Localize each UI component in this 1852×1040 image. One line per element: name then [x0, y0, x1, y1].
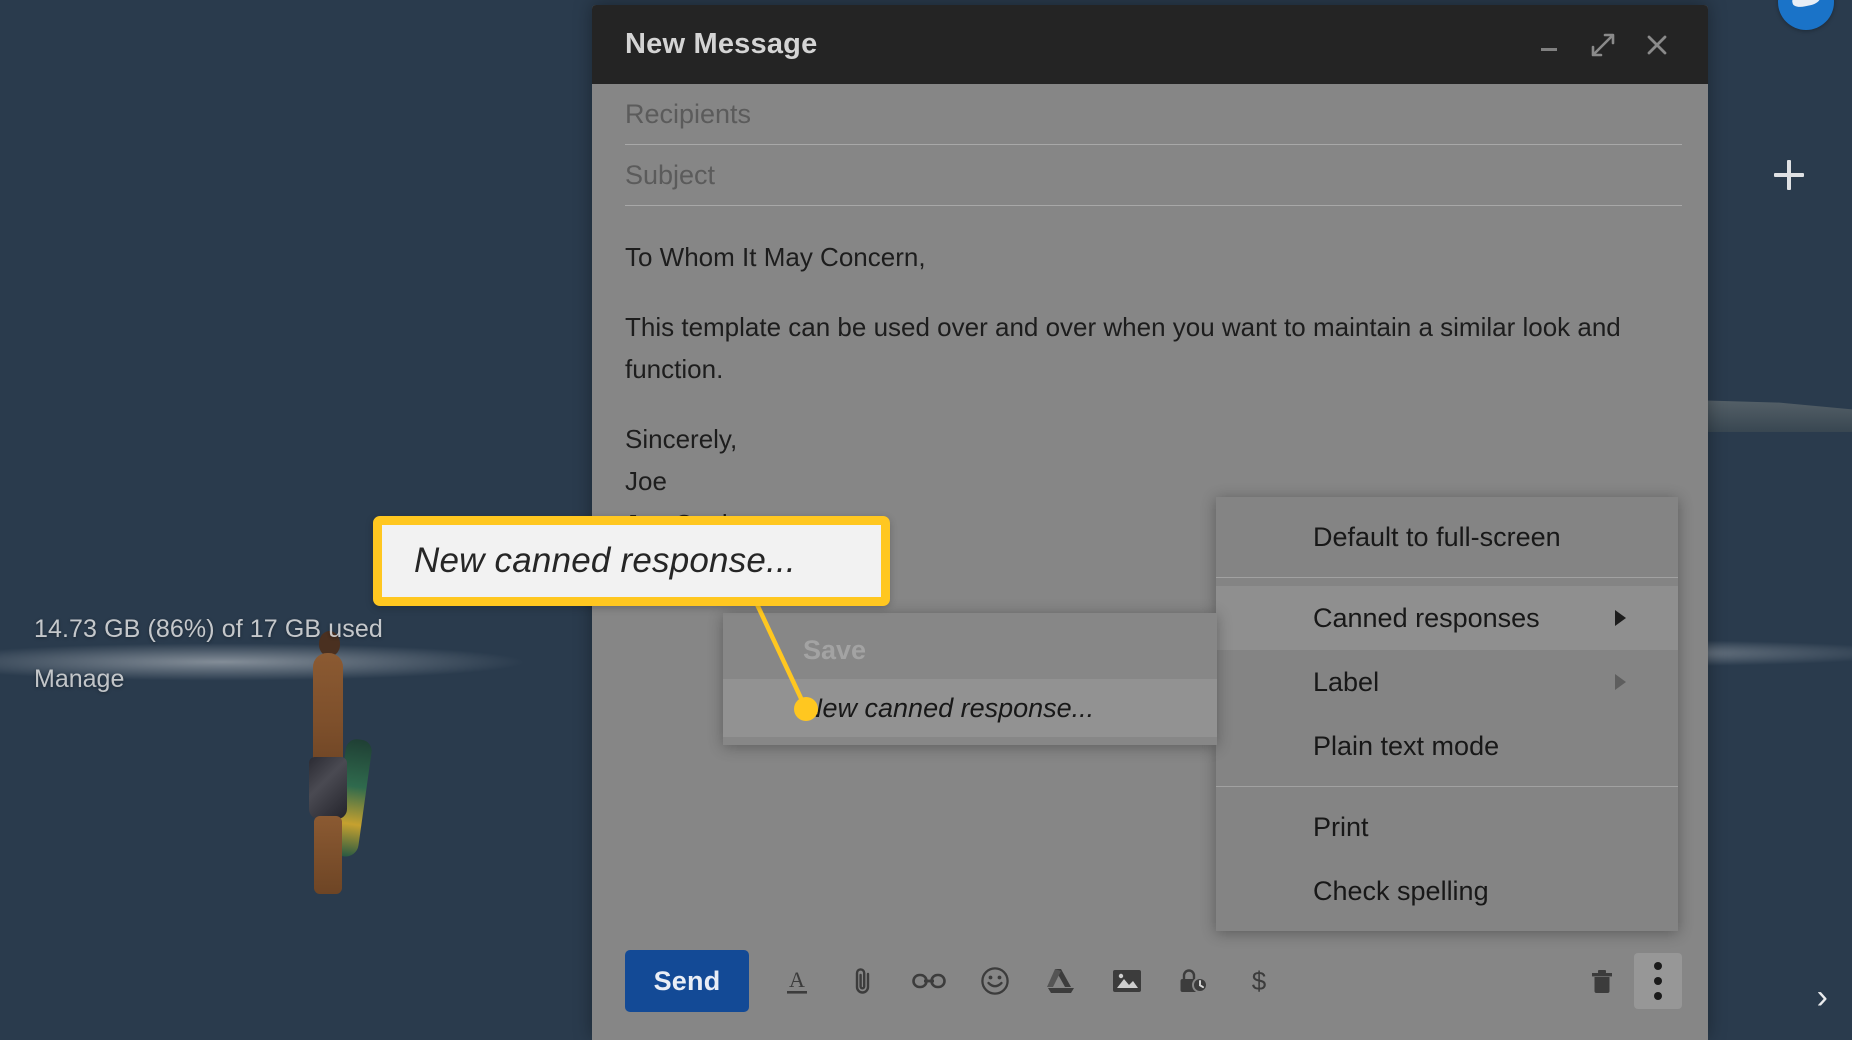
submenu-section-label: Save: [803, 634, 867, 665]
discard-draft-icon: [1592, 970, 1612, 993]
svg-text:$: $: [1252, 966, 1267, 996]
menu-separator: [1216, 786, 1678, 787]
expand-chevron-icon[interactable]: ›: [1817, 980, 1828, 1014]
more-options-menu: Default to full-screen Canned responses …: [1216, 497, 1678, 931]
canned-responses-submenu: Save New canned response...: [723, 613, 1217, 745]
insert-emoji-icon: [981, 967, 1009, 995]
minimize-button[interactable]: [1524, 20, 1574, 70]
insert-money-button[interactable]: $: [1239, 959, 1279, 1003]
recipients-placeholder: Recipients: [625, 98, 752, 129]
confidential-mode-icon: [1180, 969, 1208, 993]
expand-icon: [1591, 33, 1615, 56]
insert-link-button[interactable]: [909, 959, 949, 1003]
compose-toolbar: Send A $: [592, 922, 1708, 1040]
insert-photo-button[interactable]: [1107, 959, 1147, 1003]
formatting-options-button[interactable]: A: [777, 959, 817, 1003]
storage-usage-text: 14.73 GB (86%) of 17 GB used: [34, 615, 383, 643]
annotation-callout-text: New canned response...: [414, 541, 796, 580]
menu-item-check-spelling[interactable]: Check spelling: [1216, 859, 1678, 923]
menu-item-label: Print: [1313, 811, 1369, 842]
submenu-item-label: New canned response...: [803, 692, 1095, 723]
submenu-arrow-icon: [1615, 610, 1626, 626]
insert-money-icon: $: [1252, 966, 1267, 996]
close-icon: [1647, 35, 1667, 54]
insert-emoji-button[interactable]: [975, 959, 1015, 1003]
attach-file-button[interactable]: [843, 959, 883, 1003]
subject-field[interactable]: Subject: [625, 145, 1682, 206]
body-salutation: To Whom It May Concern,: [625, 242, 926, 272]
menu-item-label: Plain text mode: [1313, 730, 1500, 761]
send-button[interactable]: Send: [625, 950, 749, 1012]
google-drive-button[interactable]: [1041, 959, 1081, 1003]
google-drive-icon: [1047, 969, 1074, 993]
compose-title: New Message: [625, 28, 818, 60]
window-controls: [1524, 20, 1682, 70]
screen: › 14.73 GB (86%) of 17 GB used Manage Ne…: [0, 0, 1852, 1040]
surfer-shorts: [309, 757, 347, 819]
toolbar-right-group: [1578, 953, 1682, 1009]
confidential-mode-button[interactable]: [1173, 959, 1213, 1003]
menu-item-plain-text-mode[interactable]: Plain text mode: [1216, 714, 1678, 778]
attach-file-icon: [855, 968, 870, 994]
menu-item-print[interactable]: Print: [1216, 795, 1678, 859]
svg-text:A: A: [789, 967, 805, 992]
formatting-options-icon: A: [787, 967, 807, 994]
submenu-arrow-icon: [1615, 674, 1626, 690]
menu-item-label[interactable]: Label: [1216, 650, 1678, 714]
menu-item-label-text: Label: [1313, 666, 1380, 697]
manage-storage-link[interactable]: Manage: [34, 665, 124, 694]
toolbar-icon-group: A $: [777, 959, 1578, 1003]
surfer-figure: [295, 631, 374, 894]
menu-item-label: Check spelling: [1313, 875, 1489, 906]
surfer-legs: [314, 816, 342, 894]
menu-item-label: Default to full-screen: [1313, 521, 1561, 552]
minimize-icon: [1541, 47, 1557, 51]
insert-link-icon: [912, 973, 946, 989]
insert-photo-icon: [1113, 970, 1141, 992]
discard-draft-button[interactable]: [1578, 953, 1626, 1009]
more-options-icon: [1654, 962, 1662, 1000]
submenu-item-new-canned-response[interactable]: New canned response...: [723, 679, 1217, 737]
compose-header: New Message: [592, 5, 1708, 84]
body-closing: Sincerely,: [625, 424, 738, 455]
message-body[interactable]: To Whom It May Concern, This template ca…: [592, 206, 1708, 545]
menu-item-label: Canned responses: [1313, 602, 1540, 633]
close-button[interactable]: [1632, 20, 1682, 70]
menu-item-canned-responses[interactable]: Canned responses: [1216, 586, 1678, 650]
add-plus-icon[interactable]: [1774, 160, 1804, 190]
body-paragraph: This template can be used over and over …: [625, 312, 1621, 385]
subject-placeholder: Subject: [625, 159, 716, 190]
full-screen-button[interactable]: [1578, 20, 1628, 70]
menu-item-default-to-full-screen[interactable]: Default to full-screen: [1216, 505, 1678, 569]
menu-separator: [1216, 577, 1678, 578]
submenu-section-save: Save: [723, 621, 1217, 679]
more-options-button[interactable]: [1634, 953, 1682, 1009]
recipients-field[interactable]: Recipients: [625, 84, 1682, 145]
surfer-torso: [313, 653, 343, 773]
annotation-callout: New canned response...: [373, 516, 890, 606]
